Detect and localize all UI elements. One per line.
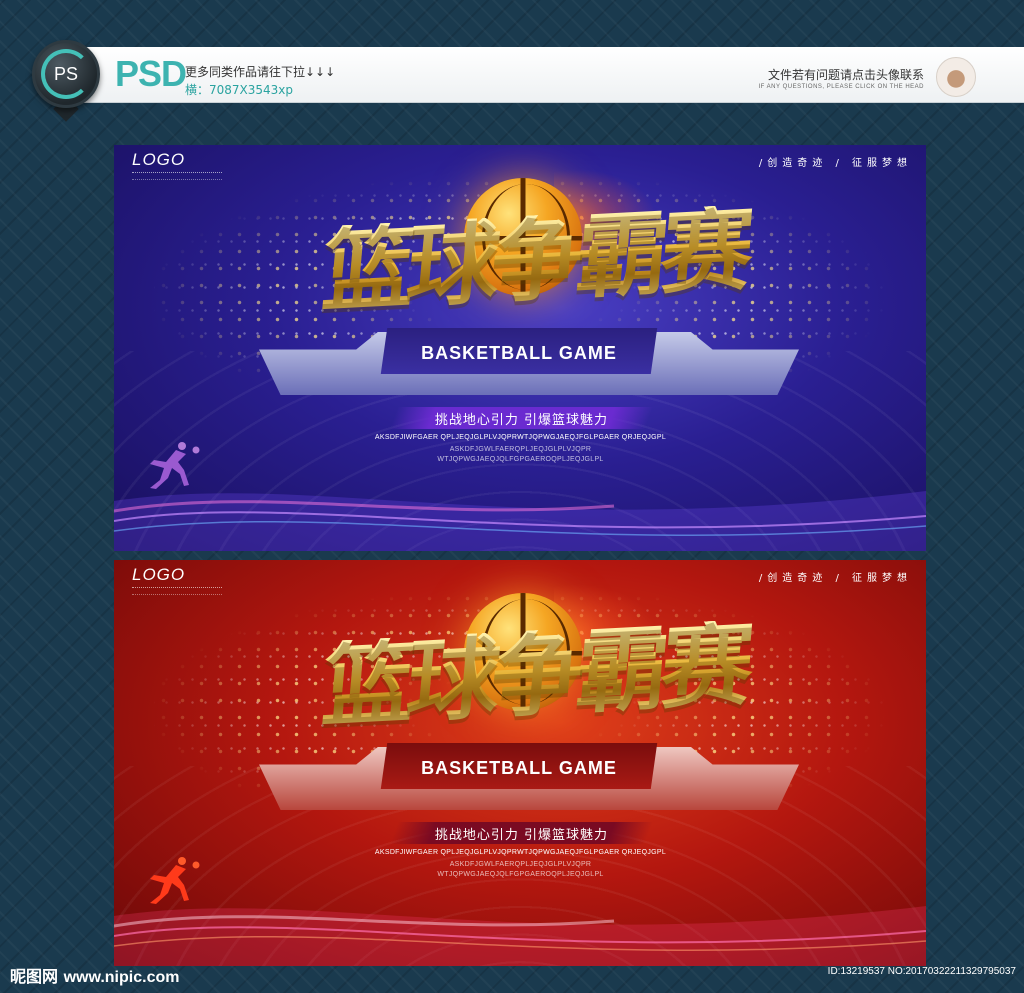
- site-name: 昵图网: [10, 967, 59, 986]
- contact-text[interactable]: 文件若有问题请点击头像联系: [768, 66, 924, 83]
- format-label: PSD: [115, 53, 187, 94]
- poster-slogan: /创造奇迹 / 征服梦想: [758, 158, 912, 169]
- poster-subtitle-en: BASKETBALL GAME: [421, 758, 617, 778]
- logo-underline: [132, 587, 222, 595]
- logo-underline: [132, 172, 222, 180]
- poster-blue: LOGO /创造奇迹 / 征服梦想 篮球争霸赛 BASKETBALL GAME …: [114, 145, 926, 551]
- more-works-text: 更多同类作品请往下拉↓↓↓: [185, 65, 336, 79]
- poster-logo: LOGO: [132, 565, 186, 584]
- ps-badge-icon: PS: [32, 40, 100, 108]
- dimension-text: 横：7087X3543xp: [185, 83, 294, 97]
- light-waves: [114, 491, 926, 551]
- light-waves: [114, 906, 926, 966]
- site-url[interactable]: www.nipic.com: [64, 969, 180, 986]
- poster-red: LOGO /创造奇迹 / 征服梦想 篮球争霸赛 BASKETBALL GAME …: [114, 560, 926, 966]
- poster-logo: LOGO: [132, 150, 186, 169]
- contact-text-en[interactable]: IF ANY QUESTIONS, PLEASE CLICK ON THE HE…: [759, 84, 924, 90]
- filler-text-1: AKSDFJIWFGAER QPLJEQJGLPLVJQPRWTJQPWGJAE…: [374, 434, 667, 441]
- author-avatar[interactable]: [936, 57, 976, 97]
- poster-subtitle-en: BASKETBALL GAME: [421, 343, 617, 363]
- poster-tagline: 挑战地心引力 引爆篮球魅力: [434, 413, 609, 428]
- poster-slogan: /创造奇迹 / 征服梦想: [758, 573, 912, 584]
- site-watermark: 昵图网 www.nipic.com: [10, 963, 179, 987]
- ps-badge-label: PS: [53, 63, 78, 84]
- poster-tagline: 挑战地心引力 引爆篮球魅力: [434, 828, 609, 843]
- image-id-text: ID:13219537 NO:20170322211329795037: [827, 966, 1016, 977]
- filler-text-1: AKSDFJIWFGAER QPLJEQJGLPLVJQPRWTJQPWGJAE…: [374, 849, 667, 856]
